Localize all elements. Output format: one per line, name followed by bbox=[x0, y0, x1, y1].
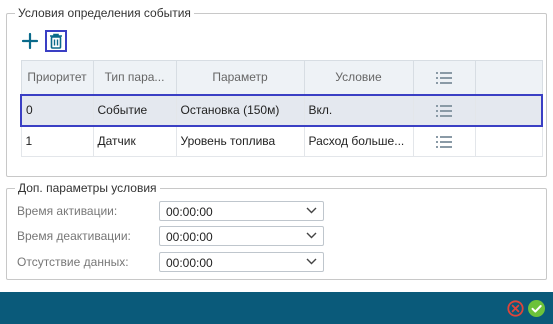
cell-empty bbox=[475, 93, 543, 127]
column-header-type[interactable]: Тип пара... bbox=[92, 60, 177, 95]
table-header-row: Приоритет Тип пара... Параметр Условие bbox=[20, 60, 543, 95]
dialog-footer bbox=[0, 292, 553, 324]
add-condition-button[interactable] bbox=[19, 30, 41, 52]
cancel-button[interactable] bbox=[507, 300, 524, 317]
cell-condition: Расход больше... bbox=[304, 125, 414, 157]
column-header-empty bbox=[474, 60, 543, 95]
chevron-down-icon bbox=[306, 232, 317, 239]
conditions-legend: Условия определения события bbox=[15, 6, 194, 20]
cell-priority: 0 bbox=[20, 93, 94, 127]
conditions-table: Приоритет Тип пара... Параметр Условие 0… bbox=[20, 60, 543, 157]
cell-empty bbox=[475, 125, 543, 157]
table-row[interactable]: 0 Событие Остановка (150м) Вкл. bbox=[20, 93, 543, 127]
cell-row-menu[interactable] bbox=[413, 93, 476, 127]
conditions-group: Условия определения события Приоритет Ти… bbox=[6, 6, 547, 177]
column-list-icon bbox=[436, 72, 452, 85]
cancel-circle-icon bbox=[507, 300, 524, 317]
plus-icon bbox=[21, 32, 39, 50]
nodata-select[interactable]: 00:00:00 bbox=[159, 252, 324, 272]
column-list-icon bbox=[436, 136, 452, 149]
activation-select[interactable]: 00:00:00 bbox=[159, 201, 324, 221]
cell-row-menu[interactable] bbox=[413, 125, 476, 157]
column-header-parameter[interactable]: Параметр bbox=[175, 60, 305, 95]
column-settings-header[interactable] bbox=[412, 60, 476, 95]
table-row[interactable]: 1 Датчик Уровень топлива Расход больше..… bbox=[20, 125, 543, 157]
nodata-label: Отсутствие данных: bbox=[17, 255, 129, 269]
chevron-down-icon bbox=[306, 258, 317, 265]
trash-icon bbox=[50, 33, 62, 49]
cell-type: Датчик bbox=[93, 125, 177, 157]
delete-condition-button[interactable] bbox=[45, 30, 67, 52]
column-header-condition[interactable]: Условие bbox=[303, 60, 414, 95]
column-header-priority[interactable]: Приоритет bbox=[20, 60, 94, 95]
activation-value: 00:00:00 bbox=[166, 205, 213, 219]
check-circle-icon bbox=[531, 305, 542, 313]
activation-row: Время активации: 00:00:00 bbox=[17, 201, 337, 221]
extra-params-legend: Доп. параметры условия bbox=[15, 181, 160, 195]
cell-priority: 1 bbox=[20, 125, 94, 157]
deactivation-label: Время деактивации: bbox=[17, 229, 131, 243]
cell-parameter: Остановка (150м) bbox=[176, 93, 305, 127]
deactivation-select[interactable]: 00:00:00 bbox=[159, 226, 324, 246]
deactivation-row: Время деактивации: 00:00:00 bbox=[17, 226, 337, 246]
cell-condition: Вкл. bbox=[304, 93, 414, 127]
column-list-icon bbox=[436, 104, 452, 117]
chevron-down-icon bbox=[306, 207, 317, 214]
deactivation-value: 00:00:00 bbox=[166, 230, 213, 244]
nodata-row: Отсутствие данных: 00:00:00 bbox=[17, 252, 337, 272]
nodata-value: 00:00:00 bbox=[166, 256, 213, 270]
cell-type: Событие bbox=[93, 93, 177, 127]
activation-label: Время активации: bbox=[17, 204, 118, 218]
cell-parameter: Уровень топлива bbox=[176, 125, 305, 157]
extra-params-group: Доп. параметры условия Время активации: … bbox=[6, 181, 547, 280]
ok-button[interactable] bbox=[528, 300, 545, 317]
